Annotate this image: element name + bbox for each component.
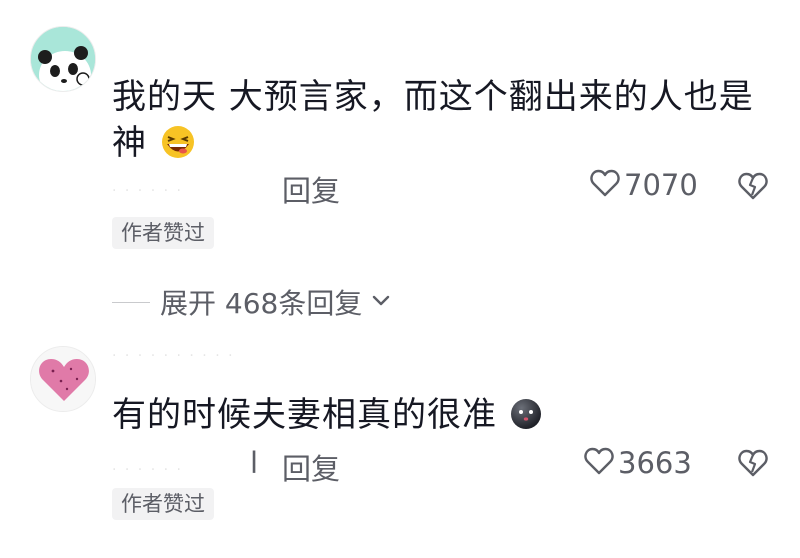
heart-outline-icon	[590, 169, 620, 201]
avatar[interactable]	[30, 26, 96, 92]
comment-meta-faint: · · · · · ·	[112, 183, 183, 199]
comment-meta-faint: · · · · · · · · · ·	[112, 348, 235, 364]
dark-face-emoji-icon	[509, 397, 543, 443]
avatar[interactable]	[30, 346, 96, 412]
like-button[interactable]: 7070	[590, 168, 698, 202]
comment-body: 有的时候夫妻相真的很准	[112, 392, 772, 443]
panda-avatar-icon	[31, 27, 95, 91]
pink-heart-avatar-icon	[31, 347, 95, 411]
expand-divider	[112, 301, 150, 303]
author-liked-badge: 作者赞过	[112, 217, 214, 249]
expand-replies-label: 展开 468条回复	[160, 287, 363, 320]
reply-prefix: l	[250, 446, 259, 480]
reply-button[interactable]: 回复	[282, 168, 340, 210]
comment-text-line2: 神	[112, 123, 147, 163]
dislike-button[interactable]	[738, 172, 768, 204]
grinning-squint-emoji-icon	[159, 125, 197, 171]
like-count: 3663	[618, 446, 692, 480]
like-count: 7070	[624, 168, 698, 202]
author-liked-badge: 作者赞过	[112, 488, 214, 520]
expand-replies[interactable]: 展开 468条回复	[112, 282, 390, 322]
broken-heart-icon	[738, 172, 768, 204]
comment-text: 有的时候夫妻相真的很准	[112, 395, 497, 435]
comment-meta-faint: · · · · · ·	[112, 462, 183, 478]
comment-body: 我的天 大预言家，而这个翻出来的人也是 神	[112, 74, 772, 171]
chevron-down-icon	[372, 293, 390, 312]
comment-text: 我的天 大预言家，而这个翻出来的人也是	[112, 77, 754, 117]
reply-button[interactable]: 回复	[282, 446, 340, 488]
like-button[interactable]: 3663	[584, 446, 692, 480]
broken-heart-icon	[738, 449, 768, 481]
heart-outline-icon	[584, 447, 614, 479]
dislike-button[interactable]	[738, 449, 768, 481]
